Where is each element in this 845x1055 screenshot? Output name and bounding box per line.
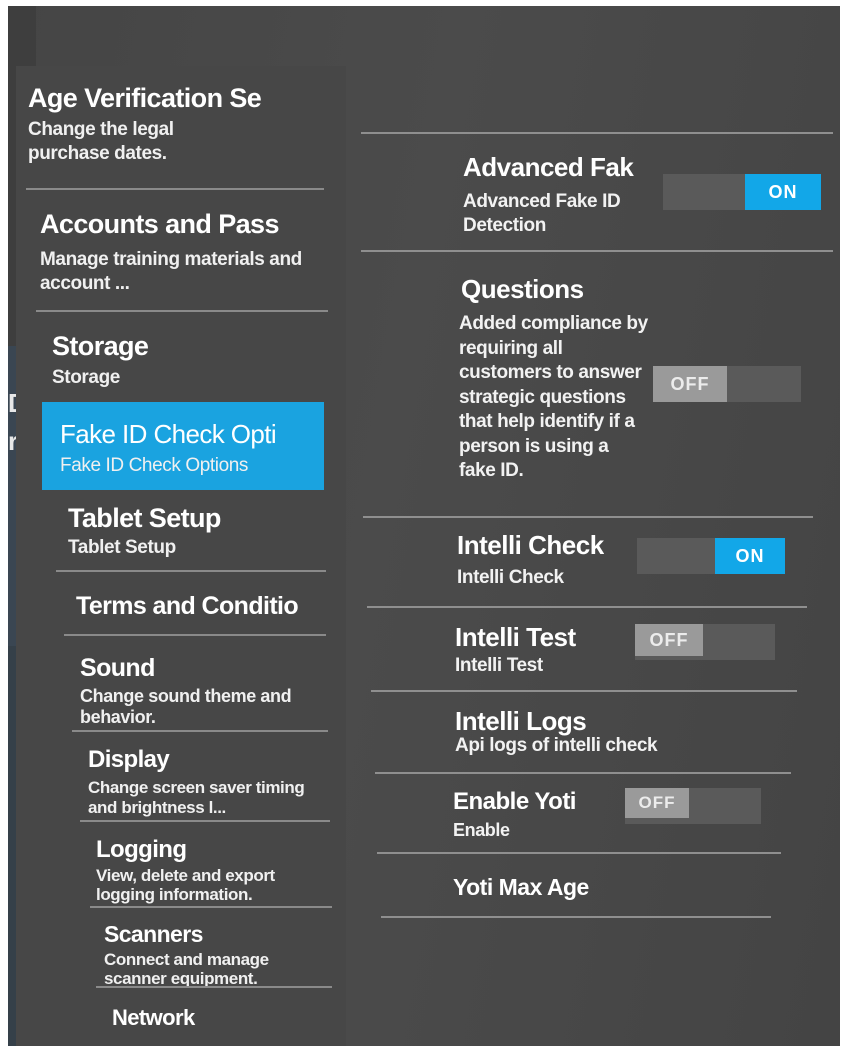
sidebar-item-age-verification[interactable]: Age Verification Se Change the legal pur… [28,82,328,188]
questions-toggle[interactable]: OFF [653,366,801,402]
divider [377,852,781,854]
divider [375,772,791,774]
sidebar-item-subtitle: Manage training materials and account ..… [40,249,302,294]
setting-title: Enable Yoti [453,788,576,815]
sidebar-item-title: Scanners [104,921,203,947]
sidebar-item-title: Logging [96,836,187,863]
divider [96,986,332,988]
divider [56,570,326,572]
setting-title: Yoti Max Age [453,874,589,900]
sidebar-item-subtitle: Storage [52,367,120,388]
setting-title: Questions [461,274,584,304]
sidebar-item-title: Sound [80,654,155,682]
toggle-state: OFF [653,366,727,402]
sidebar-item-storage[interactable]: Storage Storage [52,330,322,394]
sidebar-item-subtitle: Fake ID Check Options [60,455,249,476]
divider [361,250,833,252]
sidebar-item-title: Fake ID Check Opti [60,419,277,449]
toggle-state: OFF [635,624,703,656]
sidebar-item-accounts[interactable]: Accounts and Pass Manage training materi… [40,208,310,308]
divider [363,516,813,518]
sidebar-item-title: Terms and Conditio [76,592,299,620]
settings-sidebar: Age Verification Se Change the legal pur… [16,66,346,1046]
divider [371,690,797,692]
intelli-test-toggle[interactable]: OFF [635,624,775,660]
setting-title: Intelli Check [457,530,604,560]
sidebar-item-terms[interactable]: Terms and Conditio [76,590,306,630]
advanced-fake-id-toggle[interactable]: ON [663,174,821,210]
setting-subtitle: Added compliance by requiring all custom… [459,313,648,481]
sidebar-item-title: Accounts and Pass [40,209,279,239]
divider [381,916,771,918]
sidebar-item-subtitle: Change sound theme and behavior. [80,686,292,727]
divider [36,310,328,312]
sidebar-item-title: Age Verification Se [28,83,262,113]
sidebar-item-logging[interactable]: Logging View, delete and export logging … [96,834,322,908]
intelli-check-toggle[interactable]: ON [637,538,785,574]
sidebar-item-fake-id-check[interactable]: Fake ID Check Opti Fake ID Check Options [42,402,324,490]
sidebar-item-subtitle: Change screen saver timing and brightnes… [88,778,305,817]
sidebar-item-network[interactable]: Network [112,1002,312,1038]
toggle-state: ON [745,174,821,210]
divider [72,730,328,732]
setting-subtitle: Intelli Test [455,655,543,676]
setting-title: Intelli Logs [455,706,587,736]
sidebar-item-sound[interactable]: Sound Change sound theme and behavior. [80,652,320,730]
sidebar-item-subtitle: Tablet Setup [68,537,176,558]
setting-subtitle: Advanced Fake ID Detection [463,191,621,236]
sidebar-item-subtitle: Connect and manage scanner equipment. [104,950,269,988]
tablet-screen: D re Age Verification Se Change the lega… [8,6,840,1046]
sidebar-item-title: Storage [52,331,149,361]
setting-subtitle: Enable [453,820,510,840]
setting-subtitle: Api logs of intelli check [455,735,658,756]
sidebar-item-title: Display [88,746,170,773]
sidebar-item-scanners[interactable]: Scanners Connect and manage scanner equi… [104,918,324,990]
setting-title: Intelli Test [455,622,576,652]
sidebar-item-subtitle: Change the legal purchase dates. [28,119,174,164]
enable-yoti-toggle[interactable]: OFF [625,788,761,824]
sidebar-item-subtitle: View, delete and export logging informat… [96,866,275,904]
sidebar-item-tablet-setup[interactable]: Tablet Setup Tablet Setup [68,502,318,566]
settings-panel: Advanced Fak Advanced Fake ID Detection … [353,116,840,1046]
divider [26,188,324,190]
divider [361,132,833,134]
toggle-state: OFF [625,788,689,818]
divider [367,606,807,608]
sidebar-item-display[interactable]: Display Change screen saver timing and b… [88,744,318,822]
sidebar-item-title: Tablet Setup [68,503,221,533]
divider [90,906,332,908]
setting-subtitle: Intelli Check [457,567,564,588]
setting-title: Advanced Fak [463,152,634,182]
divider [80,820,330,822]
divider [64,634,326,636]
toggle-state: ON [715,538,785,574]
sidebar-item-title: Network [112,1005,195,1030]
